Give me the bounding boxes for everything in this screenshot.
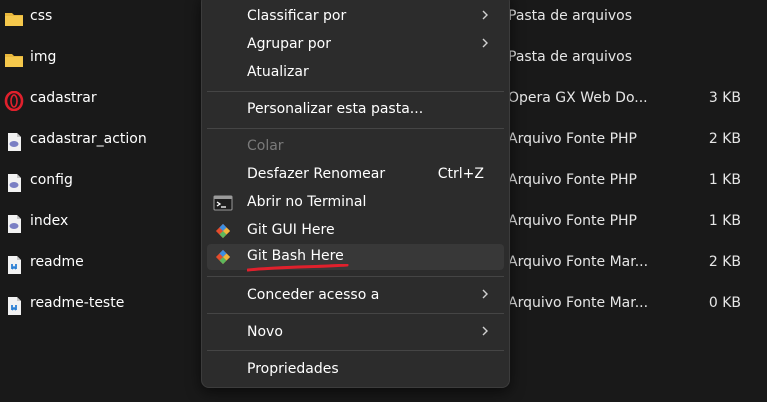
menu-separator: [207, 91, 504, 92]
menu-item-label: Propriedades: [247, 361, 339, 377]
menu-item-label: Conceder acesso a: [247, 287, 380, 303]
file-name: cadastrar: [30, 90, 97, 106]
git-icon: [215, 249, 231, 265]
markdown-file-icon: [8, 297, 21, 315]
chevron-right-icon: [482, 38, 488, 48]
menu-item-colar: Colar: [207, 134, 504, 160]
terminal-icon: [213, 195, 233, 211]
menu-item-label: Personalizar esta pasta...: [247, 101, 424, 117]
markdown-file-icon: [8, 256, 21, 274]
menu-item-label: Novo: [247, 324, 283, 340]
menu-item-novo[interactable]: Novo: [207, 320, 504, 346]
menu-item-label: Desfazer Renomear: [247, 166, 386, 182]
menu-item-shortcut: Ctrl+Z: [437, 166, 484, 182]
file-type: Arquivo Fonte Mar...: [508, 254, 649, 270]
file-size: 0 KB: [708, 295, 741, 311]
chevron-right-icon: [482, 326, 488, 336]
php-file-icon: [8, 133, 21, 151]
menu-item-abrir-terminal[interactable]: Abrir no Terminal: [207, 190, 504, 216]
menu-item-label: Classificar por: [247, 8, 347, 24]
file-size: 1 KB: [708, 213, 741, 229]
menu-separator: [207, 128, 504, 129]
menu-item-label: Atualizar: [247, 64, 309, 80]
file-name: readme: [30, 254, 84, 270]
chevron-right-icon: [482, 10, 488, 20]
red-underline-annotation: [247, 264, 349, 272]
file-name: config: [30, 172, 73, 188]
menu-item-git-gui-here[interactable]: Git GUI Here: [207, 218, 504, 244]
php-file-icon: [8, 215, 21, 233]
menu-item-classificar-por[interactable]: Classificar por: [207, 4, 504, 30]
menu-item-label: Git GUI Here: [247, 222, 335, 238]
file-size: 2 KB: [708, 131, 741, 147]
menu-separator: [207, 313, 504, 314]
menu-item-label: Agrupar por: [247, 36, 331, 52]
menu-item-conceder-acesso[interactable]: Conceder acesso a: [207, 283, 504, 309]
context-menu: Classificar por Agrupar por Atualizar Pe…: [201, 0, 510, 388]
file-type: Arquivo Fonte PHP: [508, 131, 637, 147]
file-type: Pasta de arquivos: [508, 49, 633, 65]
menu-item-desfazer-renomear[interactable]: Desfazer Renomear Ctrl+Z: [207, 162, 504, 188]
file-name: css: [30, 8, 53, 24]
menu-separator: [207, 276, 504, 277]
file-explorer-window: css Pasta de arquivos img Pasta de arqui…: [0, 0, 767, 402]
file-type: Arquivo Fonte PHP: [508, 172, 637, 188]
menu-item-label: Abrir no Terminal: [247, 194, 367, 210]
git-icon: [215, 223, 231, 239]
file-name: img: [30, 49, 57, 65]
menu-item-atualizar[interactable]: Atualizar: [207, 60, 504, 86]
menu-item-label: Git Bash Here: [247, 248, 344, 264]
menu-item-personalizar-pasta[interactable]: Personalizar esta pasta...: [207, 97, 504, 123]
file-name: readme-teste: [30, 295, 125, 311]
opera-gx-icon: [4, 91, 24, 111]
menu-item-label: Colar: [247, 138, 284, 154]
file-type: Arquivo Fonte Mar...: [508, 295, 649, 311]
file-size: 2 KB: [708, 254, 741, 270]
chevron-right-icon: [482, 289, 488, 299]
menu-item-propriedades[interactable]: Propriedades: [207, 357, 504, 383]
folder-icon: [5, 13, 23, 26]
file-size: 1 KB: [708, 172, 741, 188]
file-name: cadastrar_action: [30, 131, 147, 147]
file-size: 3 KB: [708, 90, 741, 106]
file-name: index: [30, 213, 69, 229]
menu-item-agrupar-por[interactable]: Agrupar por: [207, 32, 504, 58]
file-type: Arquivo Fonte PHP: [508, 213, 637, 229]
folder-icon: [5, 54, 23, 67]
menu-item-git-bash-here[interactable]: Git Bash Here: [207, 244, 504, 272]
php-file-icon: [8, 174, 21, 192]
file-type: Opera GX Web Do...: [508, 90, 648, 106]
menu-separator: [207, 350, 504, 351]
file-type: Pasta de arquivos: [508, 8, 633, 24]
